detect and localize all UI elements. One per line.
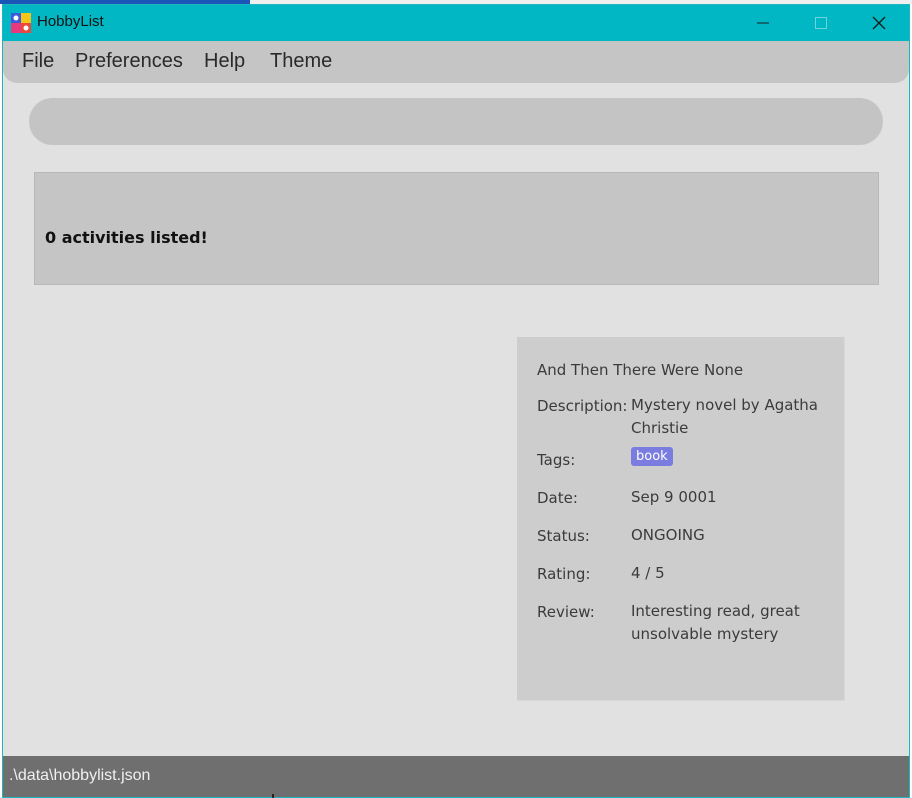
title-bar[interactable]: HobbyList xyxy=(3,5,909,41)
menu-bar: File Preferences Help Theme xyxy=(3,41,909,83)
menu-theme[interactable]: Theme xyxy=(270,50,332,73)
maximize-button[interactable] xyxy=(792,5,850,41)
activity-name: And Then There Were None xyxy=(537,361,744,379)
date-value: Sep 9 0001 xyxy=(631,488,717,506)
review-label: Review: xyxy=(537,603,595,621)
status-bar: .\data\hobbylist.json xyxy=(3,756,909,797)
review-value: Interesting read, great unsolvable myste… xyxy=(631,602,800,643)
tags-label: Tags: xyxy=(537,451,576,469)
menu-file[interactable]: File xyxy=(22,50,54,73)
close-button[interactable] xyxy=(850,5,908,41)
app-icon xyxy=(11,13,31,33)
desktop-edge-mark xyxy=(272,794,274,798)
data-file-path: .\data\hobbylist.json xyxy=(9,767,151,784)
status-label: Status: xyxy=(537,527,590,545)
description-value: Mystery novel by Agatha Christie xyxy=(631,396,819,437)
result-message: 0 activities listed! xyxy=(45,228,208,247)
menu-preferences[interactable]: Preferences xyxy=(75,50,183,73)
close-icon xyxy=(872,16,886,30)
activity-detail-panel: And Then There Were None Description: My… xyxy=(517,337,845,701)
minimize-icon xyxy=(757,22,769,24)
description-label: Description: xyxy=(537,397,628,415)
status-value: ONGOING xyxy=(631,526,705,544)
menu-help[interactable]: Help xyxy=(204,50,245,73)
minimize-button[interactable] xyxy=(734,5,792,41)
command-input[interactable] xyxy=(29,98,883,145)
app-window: HobbyList File Preferences Help Theme 0 … xyxy=(2,4,910,798)
maximize-icon xyxy=(815,17,827,29)
window-title: HobbyList xyxy=(37,13,104,30)
date-label: Date: xyxy=(537,489,578,507)
result-display: 0 activities listed! xyxy=(34,172,879,285)
rating-value: 4 / 5 xyxy=(631,564,665,582)
rating-label: Rating: xyxy=(537,565,591,583)
tag-badge: book xyxy=(631,447,673,466)
